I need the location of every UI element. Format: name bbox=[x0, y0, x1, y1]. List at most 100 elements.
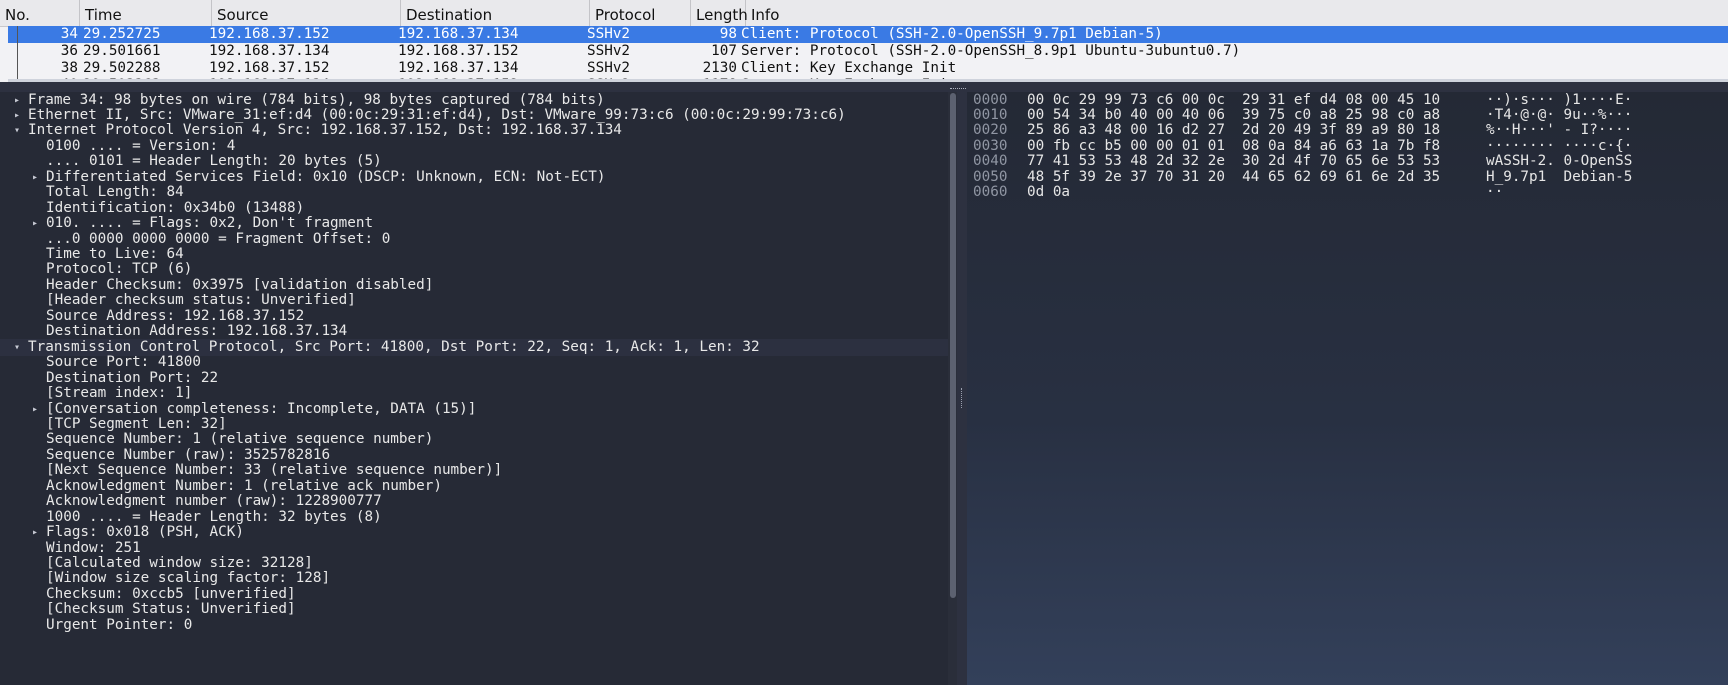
tree-item-field[interactable]: ▸ [Conversation completeness: Incomplete,… bbox=[0, 401, 948, 418]
tree-item-label: Sequence Number (raw): 3525782816 bbox=[46, 446, 331, 463]
cell-no: 34 bbox=[60, 26, 78, 42]
packet-row[interactable]: 38 29.502288 192.168.37.152 192.168.37.134 S… bbox=[8, 60, 1728, 77]
tree-item-field[interactable]: [Checksum Status: Unverified] bbox=[0, 601, 948, 618]
tree-item-field[interactable]: [Calculated window size: 32128] bbox=[0, 555, 948, 572]
byte-offset: 0060 bbox=[973, 184, 1008, 201]
tree-item-label: Header Checksum: 0x3975 [validation disa… bbox=[46, 276, 434, 293]
bytes-row[interactable]: 0010 00 54 34 b0 40 00 40 06 39 75 c0 a8 … bbox=[967, 107, 1728, 124]
tree-item-field[interactable]: Destination Address: 192.168.37.134 bbox=[0, 323, 948, 340]
details-scrollbar-thumb[interactable] bbox=[950, 93, 956, 598]
column-header-source[interactable]: Source bbox=[212, 0, 401, 26]
packet-row[interactable]: 36 29.501661 192.168.37.134 192.168.37.152 S… bbox=[8, 43, 1728, 60]
tree-item-field[interactable]: .... 0101 = Header Length: 20 bytes (5) bbox=[0, 153, 948, 170]
tree-item-field[interactable]: Time to Live: 64 bbox=[0, 246, 948, 263]
byte-offset: 0050 bbox=[973, 168, 1008, 185]
tree-item-label: Transmission Control Protocol, Src Port:… bbox=[28, 338, 760, 355]
tree-item-field[interactable]: Acknowledgment number (raw): 1228900777 bbox=[0, 493, 948, 510]
column-header-no[interactable]: No. bbox=[0, 0, 80, 26]
tree-item-field[interactable]: [TCP Segment Len: 32] bbox=[0, 416, 948, 433]
cell-protocol: SSHv2 bbox=[587, 26, 631, 42]
tree-item-label: [Window size scaling factor: 128] bbox=[46, 570, 331, 587]
collapsed-arrow-icon[interactable]: ▸ bbox=[12, 107, 22, 124]
column-header-destination[interactable]: Destination bbox=[401, 0, 590, 26]
tree-item-field[interactable]: ...0 0000 0000 0000 = Fragment Offset: 0 bbox=[0, 231, 948, 248]
cell-destination: 192.168.37.134 bbox=[398, 60, 519, 76]
tree-item-field[interactable]: Urgent Pointer: 0 bbox=[0, 617, 948, 634]
tree-item-field[interactable]: Sequence Number: 1 (relative sequence nu… bbox=[0, 431, 948, 448]
cell-protocol: SSHv2 bbox=[587, 43, 631, 59]
column-header-length[interactable]: Length bbox=[691, 0, 748, 26]
cell-source: 192.168.37.152 bbox=[209, 26, 330, 42]
tree-item-field[interactable]: [Next Sequence Number: 33 (relative sequ… bbox=[0, 462, 948, 479]
packet-row[interactable]: 34 29.252725 192.168.37.152 192.168.37.134 S… bbox=[8, 26, 1728, 43]
column-header-info[interactable]: Info bbox=[746, 0, 1728, 26]
tree-item-protocol[interactable]: ▾ Internet Protocol Version 4, Src: 192.1… bbox=[0, 122, 948, 139]
tree-item-field[interactable]: Acknowledgment Number: 1 (relative ack n… bbox=[0, 478, 948, 495]
tree-item-field[interactable]: 1000 .... = Header Length: 32 bytes (8) bbox=[0, 509, 948, 526]
pane-splitter-horizontal[interactable] bbox=[0, 82, 1728, 92]
tree-item-field[interactable]: [Stream index: 1] bbox=[0, 385, 948, 402]
tree-item-field[interactable]: Window: 251 bbox=[0, 540, 948, 557]
tree-item-field[interactable]: [Window size scaling factor: 128] bbox=[0, 570, 948, 587]
tree-item-field[interactable]: [Header checksum status: Unverified] bbox=[0, 292, 948, 309]
expanded-arrow-icon[interactable]: ▾ bbox=[12, 122, 22, 139]
tree-item-field[interactable]: Source Address: 192.168.37.152 bbox=[0, 308, 948, 325]
tree-item-field[interactable]: 0100 .... = Version: 4 bbox=[0, 138, 948, 155]
tree-item-label: Acknowledgment Number: 1 (relative ack n… bbox=[46, 477, 442, 494]
tree-item-label: 1000 .... = Header Length: 32 bytes (8) bbox=[46, 508, 382, 525]
packet-details-tree[interactable]: ▸ Frame 34: 98 bytes on wire (784 bits), … bbox=[0, 92, 948, 685]
tree-item-field[interactable]: Destination Port: 22 bbox=[0, 370, 948, 387]
cell-destination: 192.168.37.152 bbox=[398, 43, 519, 59]
byte-offset: 0020 bbox=[973, 122, 1008, 139]
tree-item-field[interactable]: Header Checksum: 0x3975 [validation disa… bbox=[0, 277, 948, 294]
cell-length: 107 bbox=[711, 43, 737, 59]
collapsed-arrow-icon[interactable]: ▸ bbox=[30, 401, 40, 418]
packet-bytes-pane[interactable]: 0000 00 0c 29 99 73 c6 00 0c 29 31 ef d4 … bbox=[967, 92, 1728, 685]
tree-item-label: Internet Protocol Version 4, Src: 192.16… bbox=[28, 122, 622, 139]
byte-hex: 00 54 34 b0 40 00 40 06 39 75 c0 a8 25 9… bbox=[1027, 106, 1441, 123]
tree-item-field[interactable]: ▸ 010. .... = Flags: 0x2, Don't fragment bbox=[0, 215, 948, 232]
byte-hex: 77 41 53 53 48 2d 32 2e 30 2d 4f 70 65 6… bbox=[1027, 153, 1441, 170]
collapsed-arrow-icon[interactable]: ▸ bbox=[30, 524, 40, 541]
column-header-time[interactable]: Time bbox=[80, 0, 212, 26]
cell-no: 38 bbox=[60, 60, 78, 76]
tree-item-label: 010. .... = Flags: 0x2, Don't fragment bbox=[46, 215, 374, 232]
tree-item-field[interactable]: Identification: 0x34b0 (13488) bbox=[0, 200, 948, 217]
tree-item-label: Time to Live: 64 bbox=[46, 246, 184, 262]
packet-list-header: No. Time Source Destination Protocol Len… bbox=[0, 0, 1728, 27]
bytes-row[interactable]: 0020 25 86 a3 48 00 16 d2 27 2d 20 49 3f … bbox=[967, 122, 1728, 139]
byte-ascii: wASSH-2. 0-OpenSS bbox=[1486, 153, 1633, 170]
collapsed-arrow-icon[interactable]: ▸ bbox=[30, 215, 40, 232]
column-header-protocol[interactable]: Protocol bbox=[590, 0, 691, 26]
tree-item-protocol[interactable]: ▸ Ethernet II, Src: VMware_31:ef:d4 (00:0… bbox=[0, 107, 948, 124]
byte-offset: 0010 bbox=[973, 106, 1008, 123]
tree-item-label: Flags: 0x018 (PSH, ACK) bbox=[46, 524, 244, 541]
byte-ascii: ········ ····c·{· bbox=[1486, 137, 1633, 154]
byte-hex: 48 5f 39 2e 37 70 31 20 44 65 62 69 61 6… bbox=[1027, 168, 1441, 185]
tree-item-field[interactable]: Source Port: 41800 bbox=[0, 354, 948, 371]
bytes-row[interactable]: 0030 00 fb cc b5 00 00 01 01 08 0a 84 a6 … bbox=[967, 138, 1728, 155]
bytes-row[interactable]: 0040 77 41 53 53 48 2d 32 2e 30 2d 4f 70 … bbox=[967, 153, 1728, 170]
cell-source: 192.168.37.152 bbox=[209, 60, 330, 76]
tree-item-field[interactable]: Checksum: 0xccb5 [unverified] bbox=[0, 586, 948, 603]
tree-item-protocol[interactable]: ▾ Transmission Control Protocol, Src Port… bbox=[0, 338, 948, 356]
packet-list[interactable]: No. Time Source Destination Protocol Len… bbox=[0, 0, 1728, 82]
tree-item-label: Source Address: 192.168.37.152 bbox=[46, 307, 305, 324]
tree-item-field[interactable]: Total Length: 84 bbox=[0, 184, 948, 201]
tree-item-label: Ethernet II, Src: VMware_31:ef:d4 (00:0c… bbox=[28, 106, 846, 123]
bytes-row[interactable]: 0050 48 5f 39 2e 37 70 31 20 44 65 62 69 … bbox=[967, 169, 1728, 186]
tree-item-label: Acknowledgment number (raw): 1228900777 bbox=[46, 493, 382, 510]
expanded-arrow-icon[interactable]: ▾ bbox=[12, 339, 22, 356]
bytes-row[interactable]: 0060 0d 0a ·· bbox=[967, 184, 1728, 201]
tree-item-field[interactable]: ▸ Flags: 0x018 (PSH, ACK) bbox=[0, 524, 948, 541]
tree-item-field[interactable]: ▸ Differentiated Services Field: 0x10 (DS… bbox=[0, 169, 948, 186]
byte-offset: 0030 bbox=[973, 137, 1008, 154]
tree-item-label: ...0 0000 0000 0000 = Fragment Offset: 0 bbox=[46, 230, 391, 247]
tree-item-field[interactable]: Sequence Number (raw): 3525782816 bbox=[0, 447, 948, 464]
tree-item-label: Identification: 0x34b0 (13488) bbox=[46, 199, 305, 216]
byte-ascii: H_9.7p1 Debian-5 bbox=[1486, 168, 1633, 185]
tree-item-field[interactable]: Protocol: TCP (6) bbox=[0, 261, 948, 278]
tree-item-label: Destination Port: 22 bbox=[46, 369, 219, 386]
byte-hex: 00 fb cc b5 00 00 01 01 08 0a 84 a6 63 1… bbox=[1027, 137, 1441, 154]
collapsed-arrow-icon[interactable]: ▸ bbox=[30, 169, 40, 186]
